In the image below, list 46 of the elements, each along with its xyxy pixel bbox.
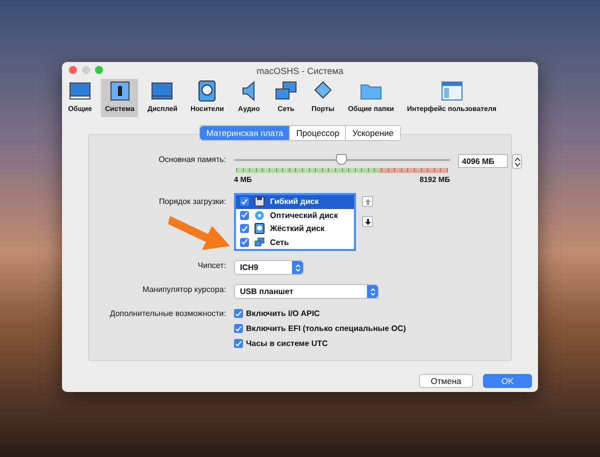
tab[interactable]: Материнская плата xyxy=(200,126,290,140)
close-button[interactable] xyxy=(69,66,77,74)
checkbox[interactable] xyxy=(234,324,243,333)
boot-item[interactable]: Сеть xyxy=(236,236,354,249)
checkbox[interactable] xyxy=(240,197,249,206)
network-icon xyxy=(254,236,265,248)
cancel-button[interactable]: Отмена xyxy=(419,374,473,388)
disc-icon xyxy=(254,210,265,221)
zoom-button[interactable] xyxy=(95,66,103,74)
stepper-control[interactable] xyxy=(512,154,522,169)
slider-thumb[interactable] xyxy=(336,154,347,165)
checkbox[interactable] xyxy=(240,224,249,234)
field-label: Основная память: xyxy=(158,154,226,166)
tab[interactable]: Ускорение xyxy=(345,126,400,140)
move-down-button[interactable] xyxy=(362,216,373,227)
boot-item[interactable]: Гибкий диск xyxy=(236,195,354,208)
annotation-arrow xyxy=(168,216,230,250)
field-label: Чипсет: xyxy=(196,260,226,272)
move-up-button[interactable] xyxy=(362,196,373,207)
checkbox-label: Включить EFI (только специальные ОС) xyxy=(246,323,406,334)
monitor-icon xyxy=(68,80,92,102)
floppy-icon xyxy=(254,196,265,208)
down-arrow-icon xyxy=(364,218,370,224)
chevron-icon xyxy=(294,262,300,272)
chevron-icon xyxy=(370,286,376,296)
field-label: Порядок загрузки: xyxy=(158,196,226,208)
field-label: Дополнительные возможности: xyxy=(108,308,226,320)
checkbox-label: Часы в системе UTC xyxy=(246,338,328,349)
checkbox[interactable] xyxy=(240,238,249,247)
pointing-device-select[interactable]: USB планшет xyxy=(234,284,379,299)
memory-field[interactable]: 4096 МБ xyxy=(458,154,508,168)
window-icon xyxy=(440,80,464,102)
ok-button[interactable]: OK xyxy=(483,374,532,388)
checkbox[interactable] xyxy=(234,309,243,318)
boot-item[interactable]: Оптический диск xyxy=(236,208,354,222)
field-label: Манипулятор курсора: xyxy=(141,284,226,296)
chipset-select[interactable]: ICH9 xyxy=(234,260,304,275)
window-title: macOSHS - Система xyxy=(256,66,344,76)
monitor-icon xyxy=(150,80,174,102)
checkbox[interactable] xyxy=(234,339,243,348)
chip-icon xyxy=(108,80,132,102)
up-arrow-icon xyxy=(364,198,370,204)
checkbox-label: Включить I/O APIC xyxy=(246,308,320,319)
checkbox[interactable] xyxy=(240,210,249,220)
boot-item[interactable]: Жёсткий диск xyxy=(236,222,354,236)
network-icon xyxy=(274,80,298,102)
